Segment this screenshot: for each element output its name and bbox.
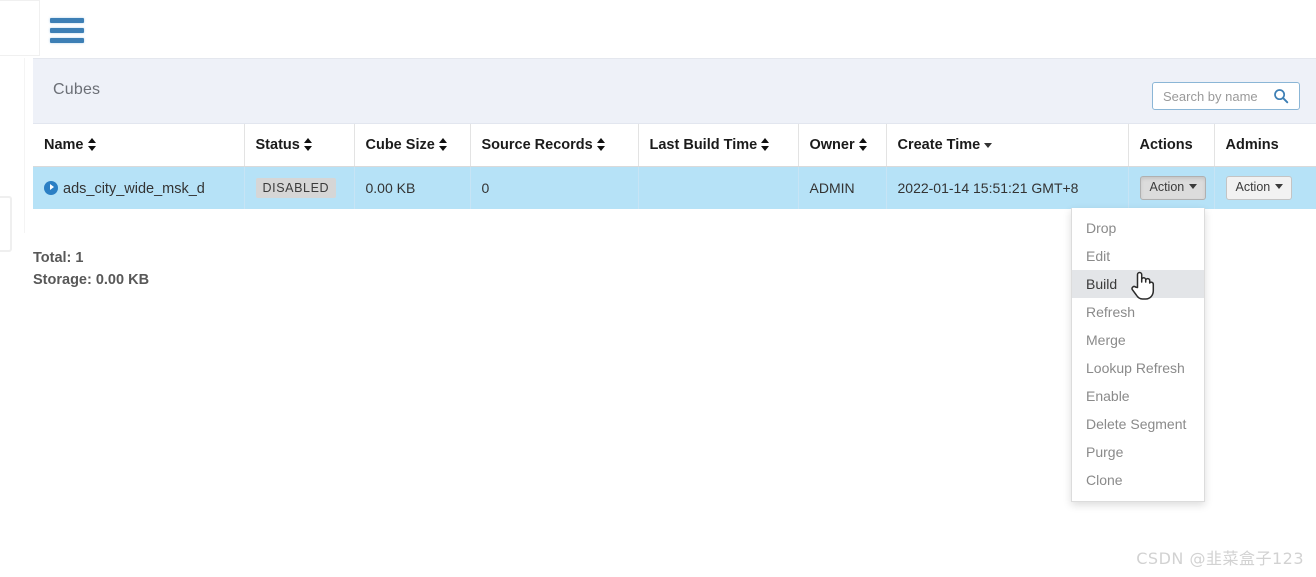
chevron-down-icon bbox=[1275, 184, 1284, 190]
cell-name: ads_city_wide_msk_d bbox=[33, 166, 245, 209]
column-header-owner[interactable]: Owner bbox=[798, 124, 887, 167]
left-edge-divider bbox=[24, 58, 25, 233]
column-header-last-build-time[interactable]: Last Build Time bbox=[638, 124, 799, 167]
expand-row-icon[interactable] bbox=[44, 180, 58, 195]
chevron-down-icon bbox=[1189, 184, 1198, 190]
actions-button-label: Action bbox=[1149, 180, 1185, 195]
column-header-cube-size[interactable]: Cube Size bbox=[354, 124, 471, 167]
column-label: Last Build Time bbox=[649, 137, 758, 153]
column-header-create-time[interactable]: Create Time bbox=[886, 124, 1129, 167]
sort-icon[interactable] bbox=[596, 138, 606, 151]
cell-admins: Action bbox=[1214, 166, 1316, 209]
cube-name: ads_city_wide_msk_d bbox=[63, 180, 205, 197]
column-header-actions: Actions bbox=[1128, 124, 1215, 167]
status-badge: DISABLED bbox=[255, 178, 337, 198]
left-edge-strip bbox=[0, 0, 12, 577]
column-header-source-records[interactable]: Source Records bbox=[470, 124, 639, 167]
cell-actions: Action bbox=[1128, 166, 1215, 209]
search-box[interactable] bbox=[1152, 82, 1300, 110]
menu-item-drop[interactable]: Drop bbox=[1072, 214, 1204, 242]
table-header-row: Name Status Cube Size Source Records Las… bbox=[33, 124, 1316, 167]
cell-owner: ADMIN bbox=[798, 166, 887, 209]
cell-create-time: 2022-01-14 15:51:21 GMT+8 bbox=[886, 166, 1129, 209]
column-label: Admins bbox=[1225, 137, 1279, 153]
menu-item-refresh[interactable]: Refresh bbox=[1072, 298, 1204, 326]
column-header-admins: Admins bbox=[1214, 124, 1316, 167]
sort-icon[interactable] bbox=[438, 138, 448, 151]
search-input[interactable] bbox=[1161, 87, 1273, 105]
left-edge-fragment-middle bbox=[0, 196, 12, 252]
cell-status: DISABLED bbox=[244, 166, 355, 209]
menu-item-build[interactable]: Build bbox=[1072, 270, 1204, 298]
cubes-panel: Cubes Name Status Cube Size bbox=[33, 58, 1316, 209]
menu-item-purge[interactable]: Purge bbox=[1072, 438, 1204, 466]
cell-cube-size: 0.00 KB bbox=[354, 166, 471, 209]
column-header-name[interactable]: Name bbox=[33, 124, 245, 167]
column-label: Owner bbox=[809, 137, 855, 153]
column-label: Name bbox=[44, 137, 84, 153]
admins-dropdown-button[interactable]: Action bbox=[1225, 176, 1293, 200]
hamburger-icon[interactable] bbox=[48, 16, 88, 50]
watermark: CSDN @韭菜盒子123 bbox=[1136, 549, 1304, 568]
actions-dropdown-button[interactable]: Action bbox=[1139, 176, 1207, 200]
menu-item-edit[interactable]: Edit bbox=[1072, 242, 1204, 270]
table-row[interactable]: ads_city_wide_msk_d DISABLED 0.00 KB 0 A… bbox=[33, 166, 1316, 209]
total-count: Total: 1 bbox=[33, 250, 84, 266]
sort-icon[interactable] bbox=[761, 138, 770, 151]
column-label: Source Records bbox=[481, 137, 593, 153]
hamburger-bar bbox=[50, 18, 84, 23]
hamburger-bar bbox=[50, 38, 84, 43]
search-icon[interactable] bbox=[1273, 88, 1289, 104]
menu-item-enable[interactable]: Enable bbox=[1072, 382, 1204, 410]
left-edge-fragment-top bbox=[0, 0, 40, 56]
column-header-status[interactable]: Status bbox=[244, 124, 355, 167]
menu-item-delete-segment[interactable]: Delete Segment bbox=[1072, 410, 1204, 438]
hamburger-bar bbox=[50, 28, 84, 33]
column-label: Create Time bbox=[897, 137, 981, 153]
sort-icon[interactable] bbox=[303, 138, 313, 151]
sort-icon[interactable] bbox=[87, 138, 97, 151]
column-label: Status bbox=[255, 137, 300, 153]
actions-dropdown-menu: Drop Edit Build Refresh Merge Lookup Ref… bbox=[1071, 208, 1205, 502]
sort-icon[interactable] bbox=[858, 138, 868, 151]
menu-item-lookup-refresh[interactable]: Lookup Refresh bbox=[1072, 354, 1204, 382]
column-label: Cube Size bbox=[365, 137, 435, 153]
panel-header: Cubes bbox=[33, 59, 1316, 124]
cubes-table: Name Status Cube Size Source Records Las… bbox=[33, 124, 1316, 209]
admins-button-label: Action bbox=[1235, 180, 1271, 195]
cell-source-records: 0 bbox=[470, 166, 639, 209]
total-storage: Storage: 0.00 KB bbox=[33, 272, 150, 288]
page-title: Cubes bbox=[53, 81, 101, 98]
column-label: Actions bbox=[1139, 137, 1193, 153]
cell-last-build-time bbox=[638, 166, 799, 209]
menu-item-clone[interactable]: Clone bbox=[1072, 466, 1204, 494]
summary-block: Total: 1 Storage: 0.00 KB bbox=[33, 247, 149, 291]
menu-item-merge[interactable]: Merge bbox=[1072, 326, 1204, 354]
sort-desc-icon[interactable] bbox=[984, 138, 993, 151]
